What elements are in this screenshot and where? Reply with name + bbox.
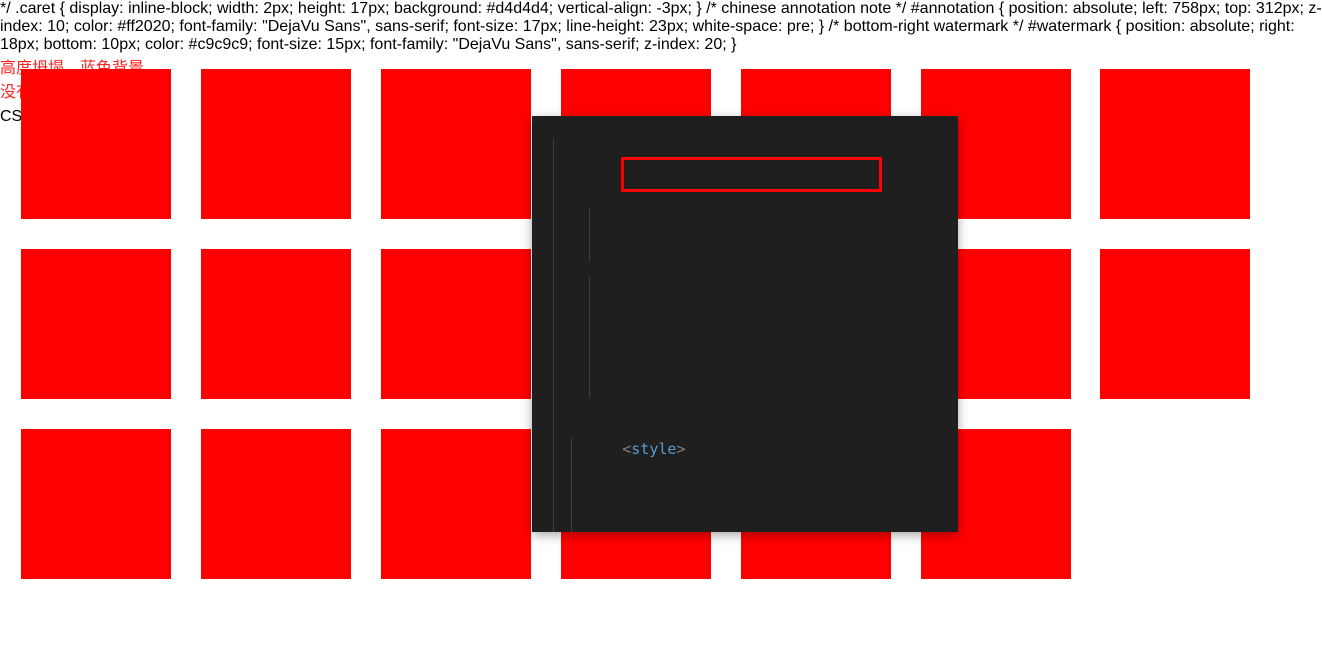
float-item (381, 429, 531, 579)
tag-name: style (631, 440, 677, 458)
float-item (1100, 69, 1250, 219)
float-item (201, 249, 351, 399)
float-item (381, 69, 531, 219)
code-line-style-open[interactable]: <style> (532, 415, 958, 458)
angle-bracket-icon: < (622, 440, 632, 458)
angle-bracket-close-icon: > (676, 440, 686, 458)
float-item (1100, 249, 1250, 399)
float-item (21, 429, 171, 579)
float-item (201, 69, 351, 219)
float-item (201, 429, 351, 579)
float-item (21, 249, 171, 399)
code-editor-panel[interactable]: <style> .container{ background: lightblu… (532, 116, 958, 532)
page-stage: <style> .container{ background: lightblu… (0, 54, 1322, 661)
code-line-container-selector[interactable]: .container{ (532, 530, 958, 532)
float-item (21, 69, 171, 219)
indent-guide-2 (589, 208, 590, 261)
float-item (381, 249, 531, 399)
